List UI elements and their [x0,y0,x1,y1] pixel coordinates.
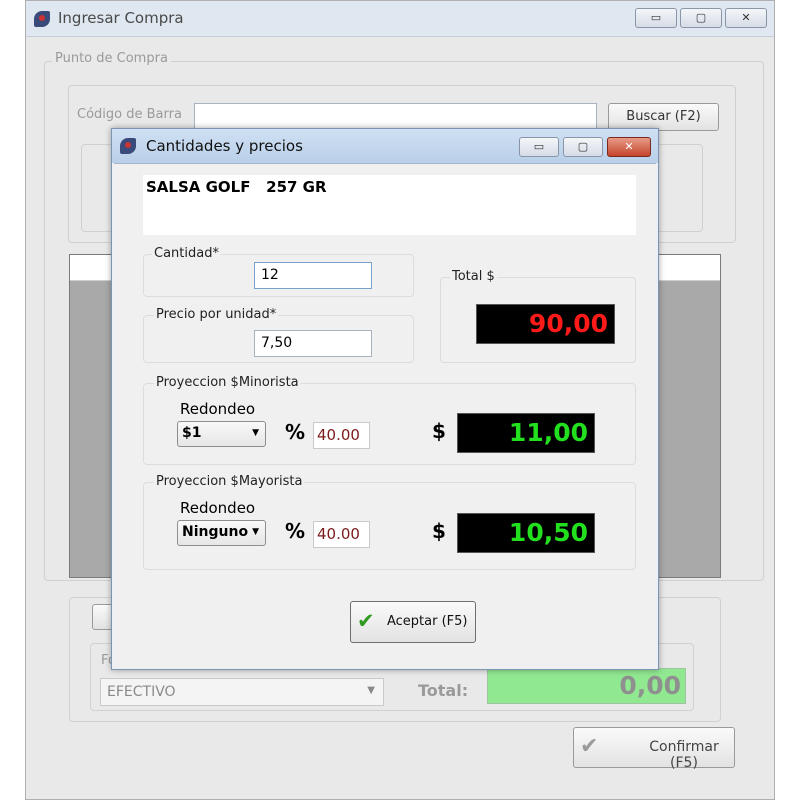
punto-de-compra-legend: Punto de Compra [52,51,171,66]
total-display: 90,00 [476,304,615,344]
maximize-button[interactable]: ▢ [680,8,722,28]
dialog-maximize-button[interactable]: ▢ [563,137,603,157]
mayorista-price-display: 10,50 [457,513,595,553]
confirm-button-label: Confirmar (F5) [649,739,719,771]
minorista-redondeo-value: $1 [182,425,202,441]
chevron-down-icon: ▼ [252,428,259,438]
precio-unidad-input[interactable]: 7,50 [254,330,372,357]
dialog-close-button[interactable]: ✕ [607,137,651,157]
minimize-button[interactable]: ▭ [635,8,677,28]
chevron-down-icon: ▼ [367,685,375,696]
minorista-price-display: 11,00 [457,413,595,453]
search-button[interactable]: Buscar (F2) [608,103,719,131]
accept-button[interactable]: ✔ Aceptar (F5) [350,601,476,643]
main-window-title: Ingresar Compra [58,9,184,27]
cantidad-label: Cantidad* [152,246,221,261]
minorista-percent-symbol: % [285,420,306,444]
mayorista-percent-input[interactable]: 40.00 [313,521,370,548]
mayorista-redondeo-select[interactable]: Ninguno ▼ [177,520,266,546]
confirm-button[interactable]: ✔ Confirmar (F5) [573,727,735,771]
close-button[interactable]: ✕ [725,8,767,28]
minorista-legend: Proyeccion $Minorista [154,375,301,390]
app-icon [34,11,50,27]
dialog-title-bar[interactable]: Cantidades y precios ▭ ▢ ✕ [112,129,658,163]
payment-method-select[interactable]: EFECTIVO ▼ [100,678,384,706]
payment-method-value: EFECTIVO [107,684,176,700]
barcode-input[interactable] [194,103,597,129]
precio-unidad-label: Precio por unidad* [154,307,279,322]
dialog-app-icon [120,138,136,154]
mayorista-redondeo-label: Redondeo [180,499,256,517]
minorista-percent-input[interactable]: 40.00 [313,422,370,449]
main-title-bar[interactable]: Ingresar Compra ▭ ▢ ✕ [26,1,774,37]
product-banner: SALSA GOLF 257 GR [143,175,636,235]
total-label: Total: [418,681,469,700]
cantidades-dialog: Cantidades y precios ▭ ▢ ✕ SALSA GOLF 25… [111,128,659,670]
dialog-body: SALSA GOLF 257 GR Cantidad* 12 Precio po… [114,163,656,668]
barcode-label: Código de Barra [77,107,182,122]
mayorista-percent-symbol: % [285,519,306,543]
minorista-redondeo-select[interactable]: $1 ▼ [177,421,266,447]
chevron-down-icon: ▼ [249,521,259,543]
checkmark-icon: ✔ [357,609,375,633]
dialog-title: Cantidades y precios [146,137,303,155]
checkmark-icon: ✔ [580,734,599,759]
total-label: Total $ [450,269,497,284]
dialog-minimize-button[interactable]: ▭ [519,137,559,157]
minorista-currency-symbol: $ [432,419,446,443]
mayorista-redondeo-value: Ninguno [182,524,249,540]
cantidad-input[interactable]: 12 [254,262,372,289]
accept-button-label: Aceptar (F5) [387,614,468,629]
total-value-display: 0,00 [487,668,686,704]
mayorista-currency-symbol: $ [432,519,446,543]
minorista-redondeo-label: Redondeo [180,400,256,418]
mayorista-legend: Proyeccion $Mayorista [154,474,305,489]
product-name: SALSA GOLF 257 GR [146,178,327,196]
